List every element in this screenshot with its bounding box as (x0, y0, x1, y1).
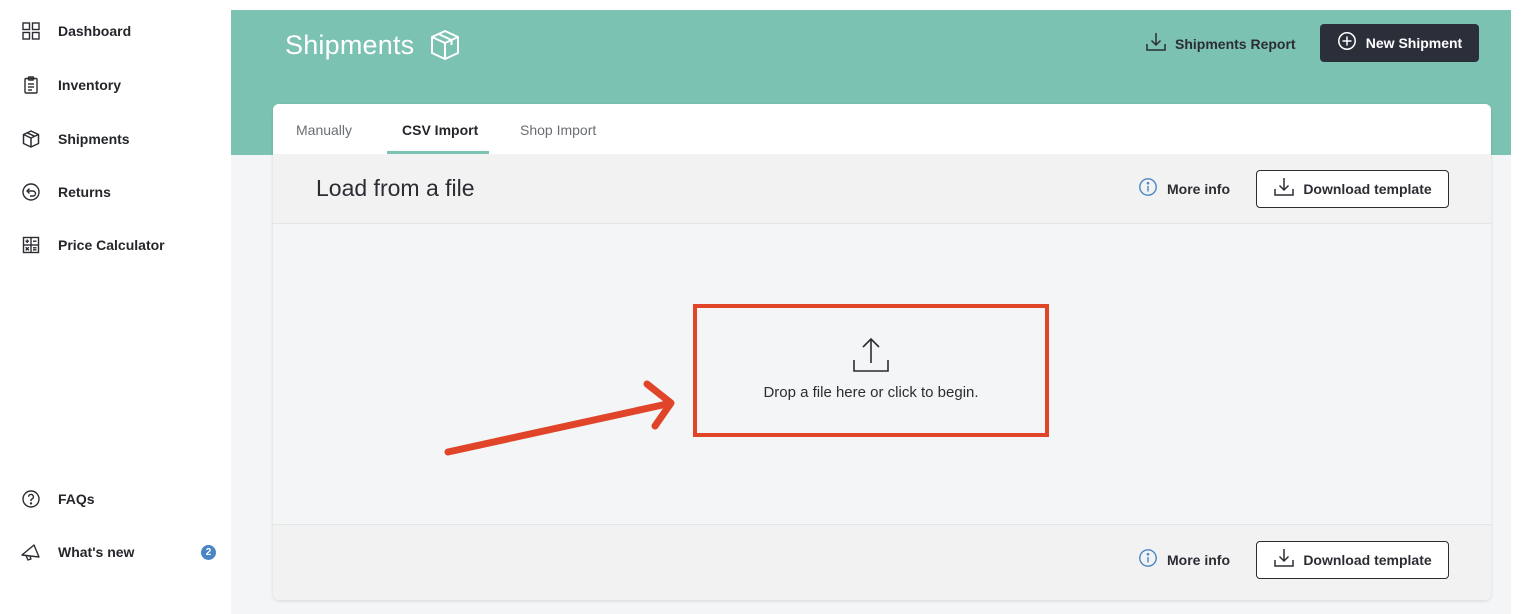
sidebar-item-label: Inventory (58, 77, 122, 93)
shipments-report-button[interactable]: Shipments Report (1145, 32, 1296, 56)
footer-more-info-link[interactable]: More info (1138, 548, 1230, 572)
sidebar-item-label: Dashboard (58, 23, 132, 39)
more-info-link[interactable]: More info (1138, 177, 1230, 201)
info-icon (1138, 177, 1158, 202)
sidebar-item-label: Shipments (58, 131, 130, 147)
download-template-label: Download template (1303, 181, 1432, 197)
dropzone-text: Drop a file here or click to begin. (763, 384, 979, 401)
new-shipment-label: New Shipment (1365, 35, 1463, 51)
sidebar-item-shipments[interactable]: Shipments (20, 127, 130, 151)
sidebar: Dashboard Inventory Shipments Returns Pr… (0, 0, 231, 614)
download-template-button[interactable]: Download template (1256, 170, 1449, 208)
dashboard-icon (20, 20, 42, 42)
main-content: Shipments Shipments Report New Shipment … (231, 10, 1511, 614)
tab-shop-import[interactable]: Shop Import (520, 122, 596, 138)
import-tabs: Manually CSV Import Shop Import (273, 104, 1491, 154)
drop-area: Drop a file here or click to begin. (273, 224, 1491, 524)
new-shipment-button[interactable]: New Shipment (1320, 24, 1479, 62)
download-icon (1273, 176, 1295, 203)
sidebar-item-returns[interactable]: Returns (20, 180, 111, 204)
card-footer: More info Download template (273, 524, 1491, 600)
page-title: Shipments (285, 27, 464, 63)
import-card: Manually CSV Import Shop Import Load fro… (273, 104, 1491, 600)
section-title: Load from a file (316, 175, 475, 201)
more-info-label: More info (1167, 181, 1230, 197)
tab-csv-import[interactable]: CSV Import (402, 122, 478, 138)
tab-manually[interactable]: Manually (296, 122, 352, 138)
megaphone-icon (20, 541, 42, 563)
download-icon (1145, 31, 1167, 58)
file-dropzone[interactable]: Drop a file here or click to begin. (693, 304, 1049, 437)
sidebar-item-whats-new[interactable]: What's new (20, 540, 134, 564)
calculator-icon (20, 234, 42, 256)
page-title-text: Shipments (285, 29, 415, 60)
question-icon (20, 488, 42, 510)
clipboard-icon (20, 74, 42, 96)
return-icon (20, 181, 42, 203)
more-info-label: More info (1167, 552, 1230, 568)
red-arrow-annotation (444, 380, 675, 456)
sidebar-item-label: FAQs (58, 491, 95, 507)
footer-download-template-button[interactable]: Download template (1256, 541, 1449, 579)
sidebar-item-faqs[interactable]: FAQs (20, 487, 95, 511)
info-icon (1138, 548, 1158, 573)
sidebar-item-price-calculator[interactable]: Price Calculator (20, 233, 165, 257)
section-header: Load from a file More info Download temp… (273, 154, 1491, 224)
box-icon (20, 128, 42, 150)
plus-circle-icon (1337, 31, 1357, 56)
sidebar-item-label: Price Calculator (58, 237, 165, 253)
download-template-label: Download template (1303, 552, 1432, 568)
download-icon (1273, 547, 1295, 574)
shipments-report-label: Shipments Report (1175, 36, 1296, 52)
app-window: Dashboard Inventory Shipments Returns Pr… (0, 0, 1522, 614)
sidebar-item-inventory[interactable]: Inventory (20, 73, 121, 97)
upload-icon (851, 336, 891, 376)
sidebar-item-dashboard[interactable]: Dashboard (20, 19, 131, 43)
sidebar-item-label: What's new (58, 544, 135, 560)
box-icon (428, 27, 464, 63)
sidebar-item-label: Returns (58, 184, 111, 200)
whats-new-count-badge: 2 (201, 545, 216, 560)
